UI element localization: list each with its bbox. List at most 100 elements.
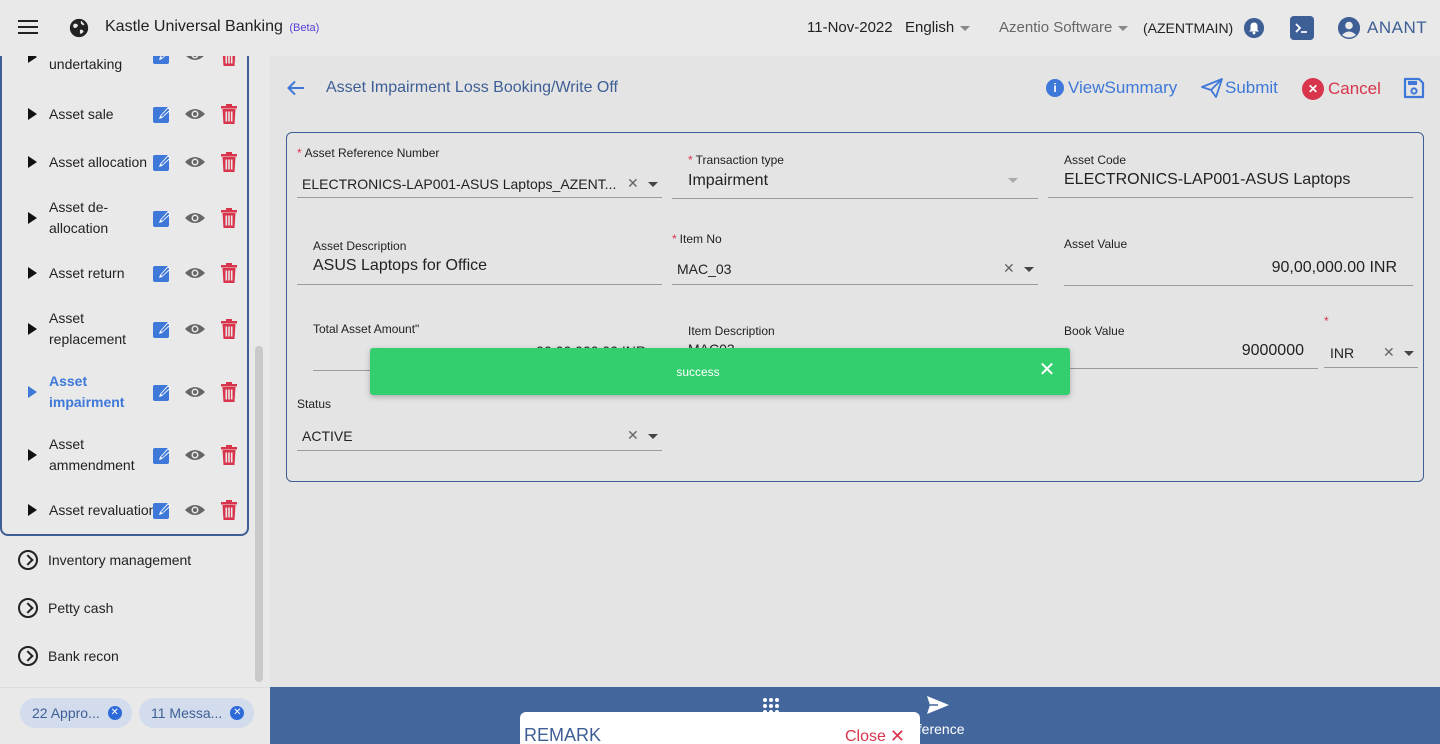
sidebar-item-bank-recon[interactable]: Bank recon xyxy=(18,646,119,666)
send-icon[interactable] xyxy=(926,695,950,715)
cancel-icon: ✕ xyxy=(1302,78,1324,100)
notification-chips: 22 Appro... ✕ 11 Messa... ✕ xyxy=(0,687,270,744)
asset-value-label: Asset Value xyxy=(1064,237,1128,251)
close-icon[interactable]: ✕ xyxy=(1037,360,1057,380)
remark-title: REMARK xyxy=(524,725,602,744)
edit-icon[interactable] xyxy=(152,56,172,65)
trash-icon[interactable] xyxy=(220,104,238,124)
clear-icon[interactable]: ✕ xyxy=(1003,260,1015,277)
info-icon: i xyxy=(1046,79,1064,97)
edit-icon[interactable] xyxy=(152,445,172,465)
currency-select[interactable]: INR xyxy=(1330,345,1354,361)
book-value-input[interactable]: 9000000 xyxy=(1150,342,1304,360)
sidebar-item-inventory-management[interactable]: Inventory management xyxy=(18,550,191,570)
eye-icon[interactable] xyxy=(184,385,206,399)
edit-icon[interactable] xyxy=(152,152,172,172)
eye-icon[interactable] xyxy=(184,266,206,280)
item-no-label-text: Item No xyxy=(679,232,722,246)
edit-icon[interactable] xyxy=(152,104,172,124)
trash-icon[interactable] xyxy=(220,152,238,172)
clear-icon[interactable]: ✕ xyxy=(627,427,639,444)
user-avatar-icon[interactable] xyxy=(1338,17,1360,39)
cancel-label: Cancel xyxy=(1328,79,1381,98)
company-select[interactable]: Azentio Software xyxy=(999,19,1129,36)
sidebar-item-asset-return[interactable]: Asset return xyxy=(28,263,250,283)
eye-icon[interactable] xyxy=(184,107,206,121)
field-underline xyxy=(297,197,662,198)
chevron-down-icon[interactable] xyxy=(648,434,658,439)
chevron-circle-icon xyxy=(18,550,38,570)
bell-icon[interactable] xyxy=(1244,18,1264,38)
chevron-circle-icon xyxy=(18,598,38,618)
approvals-chip[interactable]: 22 Appro... ✕ xyxy=(20,698,132,728)
sidebar-item-asset-revaluation[interactable]: Asset revaluation xyxy=(28,500,250,520)
sidebar-item-asset-sale[interactable]: Asset sale xyxy=(28,104,250,124)
sidebar-item-label: Asset impairment xyxy=(49,373,125,410)
book-value-label: Book Value xyxy=(1064,324,1125,338)
status-select[interactable]: ACTIVE xyxy=(302,428,353,444)
eye-icon[interactable] xyxy=(184,322,206,336)
submit-label: Submit xyxy=(1225,78,1278,97)
chevron-down-icon[interactable] xyxy=(1404,351,1414,356)
terminal-icon[interactable] xyxy=(1290,16,1314,40)
sidebar-item-label: Asset revaluation xyxy=(49,502,157,518)
edit-icon[interactable] xyxy=(152,382,172,402)
sidebar-item-asset-impairment[interactable]: Asset impairment xyxy=(28,371,250,413)
trash-icon[interactable] xyxy=(220,445,238,465)
transaction-type-select[interactable]: Impairment xyxy=(688,172,768,190)
edit-icon[interactable] xyxy=(152,319,172,339)
chip-label: 22 Appro... xyxy=(32,705,100,721)
sidebar-item-label: Asset return xyxy=(49,265,125,281)
user-name[interactable]: ANANT xyxy=(1367,18,1427,38)
edit-icon[interactable] xyxy=(152,500,172,520)
sidebar-item-asset-ammendment[interactable]: Asset ammendment xyxy=(28,434,250,476)
eye-icon[interactable] xyxy=(184,56,206,62)
sidebar-item-petty-cash[interactable]: Petty cash xyxy=(18,598,113,618)
chevron-down-icon[interactable] xyxy=(648,182,658,187)
eye-icon[interactable] xyxy=(184,503,206,517)
eye-icon[interactable] xyxy=(184,448,206,462)
sidebar-item-asset-replacement[interactable]: Asset replacement xyxy=(28,308,250,350)
chevron-down-icon[interactable] xyxy=(1024,267,1034,272)
business-date: 11-Nov-2022 xyxy=(807,19,893,36)
asset-description-value: ASUS Laptops for Office xyxy=(313,257,488,274)
close-icon[interactable]: ✕ xyxy=(107,706,122,720)
menu-icon[interactable] xyxy=(18,20,38,36)
sidebar-item-asset-deallocation[interactable]: Asset de-allocation xyxy=(28,197,250,239)
trash-icon[interactable] xyxy=(220,208,238,228)
item-no-select[interactable]: MAC_03 xyxy=(677,261,731,277)
submit-button[interactable]: Submit xyxy=(1201,78,1278,98)
sidebar-item-asset-allocation[interactable]: Asset allocation xyxy=(28,152,250,172)
language-label: English xyxy=(905,19,955,36)
sidebar-scrollbar[interactable] xyxy=(255,346,263,682)
sidebar-item-label: Asset de-allocation xyxy=(49,199,109,236)
view-summary-button[interactable]: i ViewSummary xyxy=(1046,78,1177,98)
sidebar-item-label: Asset replacement xyxy=(49,310,127,347)
trash-icon[interactable] xyxy=(220,500,238,520)
chevron-down-icon[interactable] xyxy=(1008,178,1018,183)
eye-icon[interactable] xyxy=(184,211,206,225)
cancel-button[interactable]: ✕ Cancel xyxy=(1302,78,1381,100)
edit-icon[interactable] xyxy=(152,263,172,283)
trash-icon[interactable] xyxy=(220,263,238,283)
close-icon[interactable]: ✕ xyxy=(230,706,245,720)
sidebar-item-label: Asset allocation xyxy=(49,154,148,170)
field-underline xyxy=(672,198,1038,199)
trash-icon[interactable] xyxy=(220,319,238,339)
back-arrow-icon[interactable] xyxy=(286,78,306,98)
clear-icon[interactable]: ✕ xyxy=(627,175,639,192)
clear-icon[interactable]: ✕ xyxy=(1383,344,1395,361)
trash-icon[interactable] xyxy=(220,56,238,66)
sidebar-item-undertaking[interactable]: undertaking xyxy=(28,56,250,91)
asset-reference-select[interactable]: ELECTRONICS-LAP001-ASUS Laptops_AZENT... xyxy=(302,176,616,192)
sidebar-item-label: undertaking xyxy=(49,56,123,72)
save-icon[interactable] xyxy=(1403,77,1425,99)
messages-chip[interactable]: 11 Messa... ✕ xyxy=(139,698,255,728)
trash-icon[interactable] xyxy=(220,382,238,402)
app-title: Kastle Universal Banking (Beta) xyxy=(105,18,319,36)
remark-close-button[interactable]: Close ✕ xyxy=(845,726,905,744)
edit-icon[interactable] xyxy=(152,208,172,228)
language-select[interactable]: English xyxy=(905,19,971,36)
asset-code-value: ELECTRONICS-LAP001-ASUS Laptops xyxy=(1064,171,1351,188)
eye-icon[interactable] xyxy=(184,155,206,169)
